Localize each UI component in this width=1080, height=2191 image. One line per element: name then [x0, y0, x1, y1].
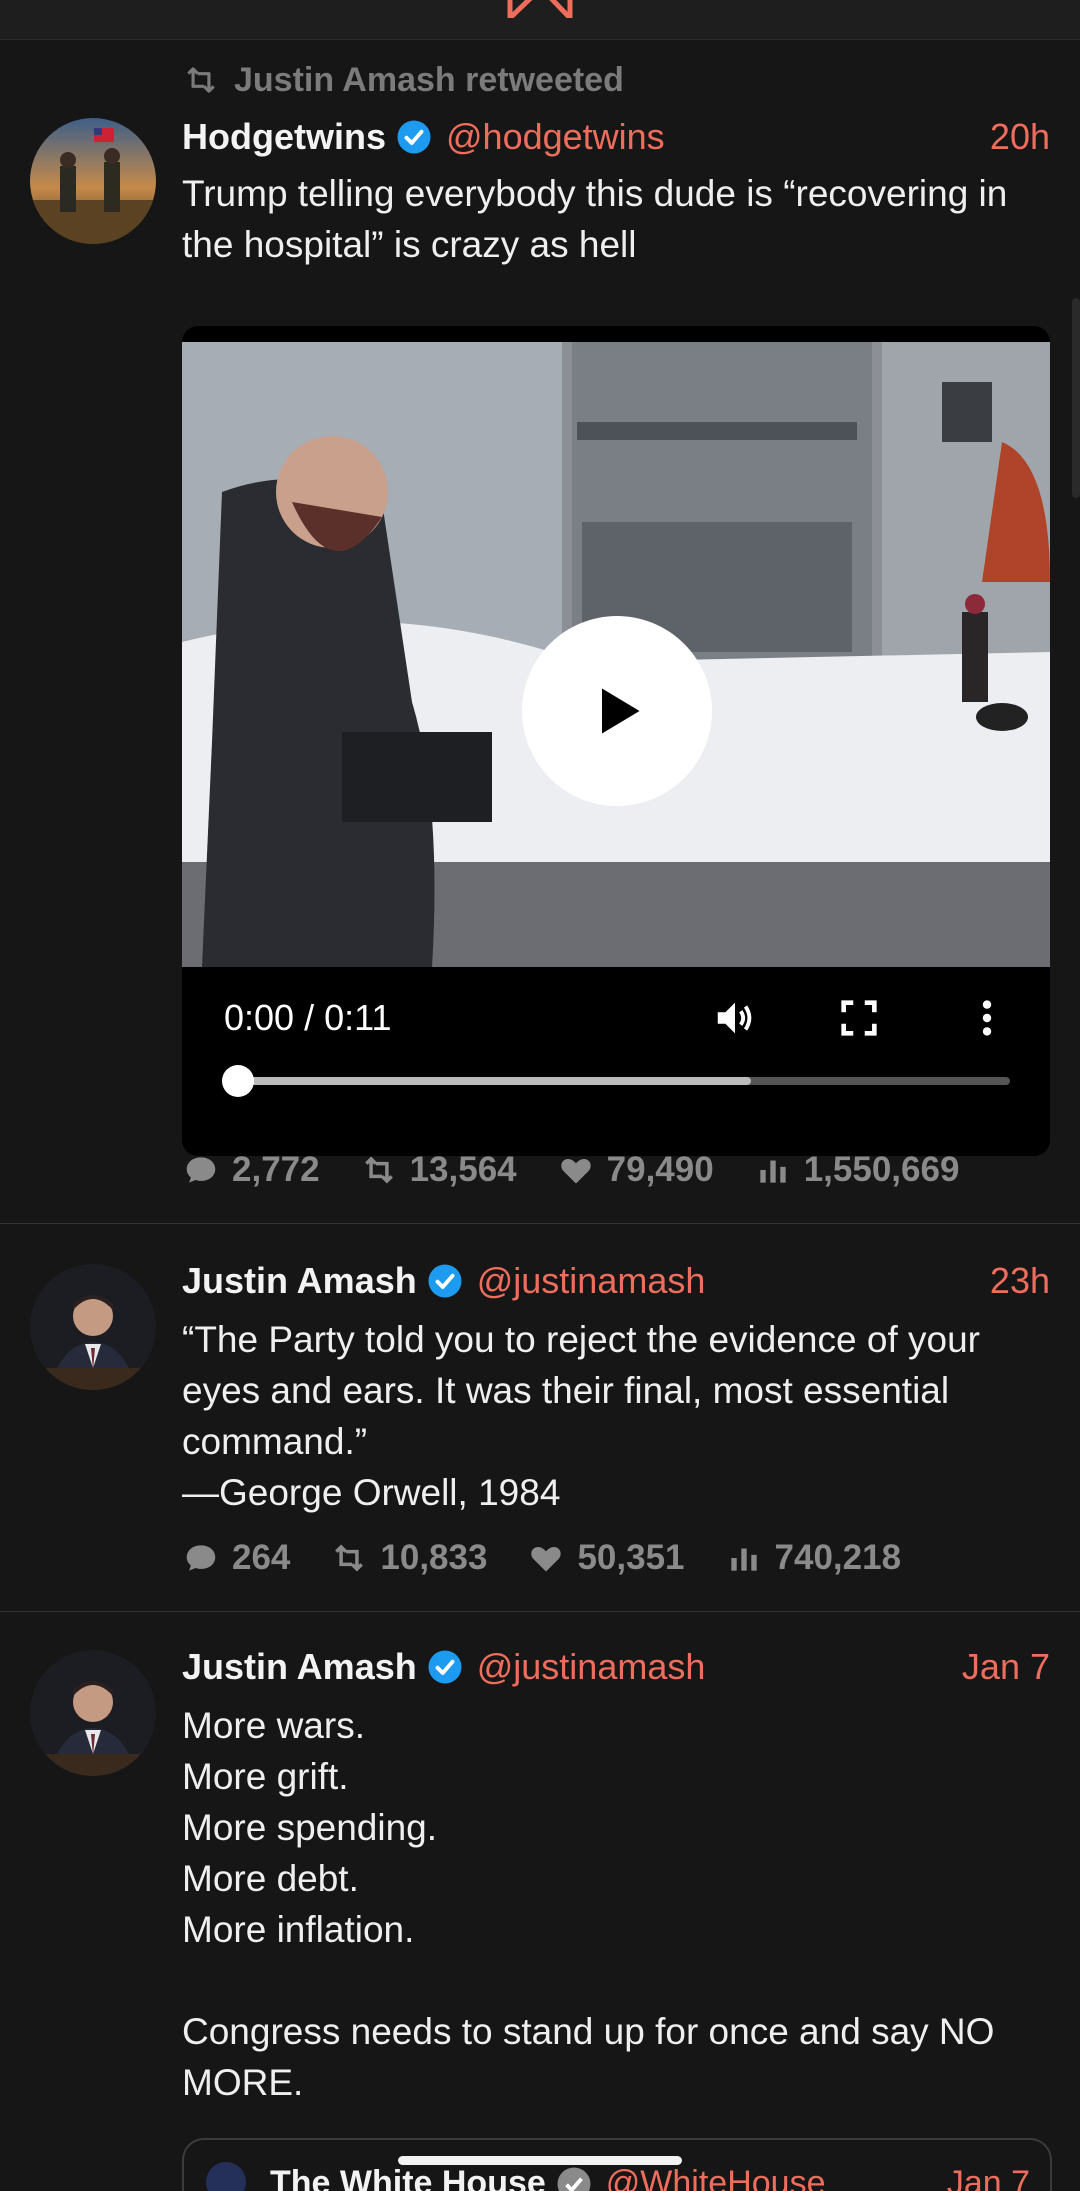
tweet-text: “The Party told you to reject the eviden…: [182, 1319, 980, 1513]
view-count-value: 740,218: [774, 1538, 902, 1577]
retweet-count[interactable]: 10,833: [330, 1538, 487, 1578]
avatar[interactable]: [30, 1264, 156, 1390]
tweet-time[interactable]: Jan 7: [962, 1646, 1050, 1688]
tweet-hodgetwins[interactable]: Justin Amash retweeted Hodgetwins @hodge…: [0, 40, 1080, 1224]
play-button[interactable]: [522, 616, 712, 806]
video-progress-bar[interactable]: [222, 1065, 1010, 1097]
retweet-icon: [335, 1544, 364, 1572]
fullscreen-icon[interactable]: [836, 995, 882, 1041]
tweet-header: Hodgetwins @hodgetwins: [182, 116, 665, 158]
retweet-count-value: 13,564: [409, 1150, 517, 1189]
play-icon: [602, 688, 640, 734]
like-count[interactable]: 50,351: [527, 1538, 685, 1578]
app-logo-icon[interactable]: [505, 0, 575, 18]
tweet-text: More wars. More grift. More spending. Mo…: [182, 1705, 995, 2103]
view-count-value: 1,550,669: [803, 1150, 960, 1189]
like-count[interactable]: 79,490: [557, 1150, 714, 1190]
quoted-author-name[interactable]: The White House: [270, 2164, 546, 2191]
like-count-value: 79,490: [606, 1150, 714, 1189]
progress-handle[interactable]: [222, 1065, 254, 1097]
verified-badge-icon: [397, 120, 431, 154]
retweeted-by-label: Justin Amash retweeted: [234, 60, 624, 99]
reply-count[interactable]: 2,772: [182, 1150, 320, 1190]
tweet-time[interactable]: 20h: [990, 116, 1050, 158]
author-name[interactable]: Hodgetwins: [182, 116, 386, 158]
like-count-value: 50,351: [577, 1538, 685, 1577]
view-count[interactable]: 740,218: [725, 1538, 902, 1578]
heart-icon: [560, 1159, 591, 1184]
home-indicator[interactable]: [398, 2156, 682, 2165]
reply-count[interactable]: 264: [182, 1538, 290, 1578]
views-chart-icon: [730, 1548, 757, 1571]
tweet-justinamash-orwell[interactable]: Justin Amash @justinamash 23h “The Party…: [0, 1224, 1080, 1612]
quoted-author-handle[interactable]: @WhiteHouse: [606, 2164, 826, 2191]
author-handle[interactable]: @justinamash: [477, 1260, 706, 1302]
reply-count-value: 2,772: [232, 1150, 320, 1189]
retweet-count[interactable]: 13,564: [360, 1150, 517, 1190]
tweet-text: Trump telling everybody this dude is “re…: [182, 173, 1008, 265]
views-chart-icon: [760, 1160, 786, 1183]
quoted-avatar[interactable]: [206, 2162, 246, 2191]
retweet-icon: [187, 67, 215, 93]
tweet-stats: 2,772 13,564 79,490 1,550,669: [182, 1150, 999, 1190]
verified-badge-icon: [428, 1264, 462, 1298]
more-options-icon[interactable]: [964, 995, 1010, 1041]
top-bar: [0, 0, 1080, 40]
tweet-stats: 264 10,833 50,351 740,218: [182, 1538, 941, 1578]
view-count[interactable]: 1,550,669: [754, 1150, 960, 1190]
reply-icon: [186, 1157, 216, 1183]
reply-icon: [186, 1545, 216, 1571]
retweet-count-value: 10,833: [380, 1538, 488, 1577]
avatar[interactable]: [30, 118, 156, 244]
video-controls: 0:00 / 0:11: [182, 967, 1050, 1156]
tweet-header: Justin Amash @justinamash: [182, 1260, 705, 1302]
video-player[interactable]: 0:00 / 0:11: [182, 326, 1050, 1156]
video-time: 0:00 / 0:11: [224, 997, 392, 1038]
retweet-indicator: Justin Amash retweeted: [182, 60, 624, 100]
quoted-time[interactable]: Jan 7: [947, 2164, 1030, 2191]
heart-icon: [531, 1547, 562, 1572]
author-handle[interactable]: @hodgetwins: [446, 116, 665, 158]
reply-count-value: 264: [232, 1538, 291, 1577]
buffered-bar: [224, 1077, 751, 1085]
verified-badge-icon: [557, 2167, 591, 2191]
author-name[interactable]: Justin Amash: [182, 1260, 417, 1302]
author-name[interactable]: Justin Amash: [182, 1646, 417, 1688]
tweet-time[interactable]: 23h: [990, 1260, 1050, 1302]
verified-badge-icon: [428, 1650, 462, 1684]
author-handle[interactable]: @justinamash: [477, 1646, 706, 1688]
volume-icon[interactable]: [712, 995, 758, 1041]
avatar[interactable]: [30, 1650, 156, 1776]
quoted-header: The White House @WhiteHouse: [270, 2164, 826, 2191]
retweet-icon: [364, 1156, 393, 1184]
tweet-header: Justin Amash @justinamash: [182, 1646, 705, 1688]
tweet-justinamash-more[interactable]: Justin Amash @justinamash Jan 7 More war…: [0, 1612, 1080, 2191]
